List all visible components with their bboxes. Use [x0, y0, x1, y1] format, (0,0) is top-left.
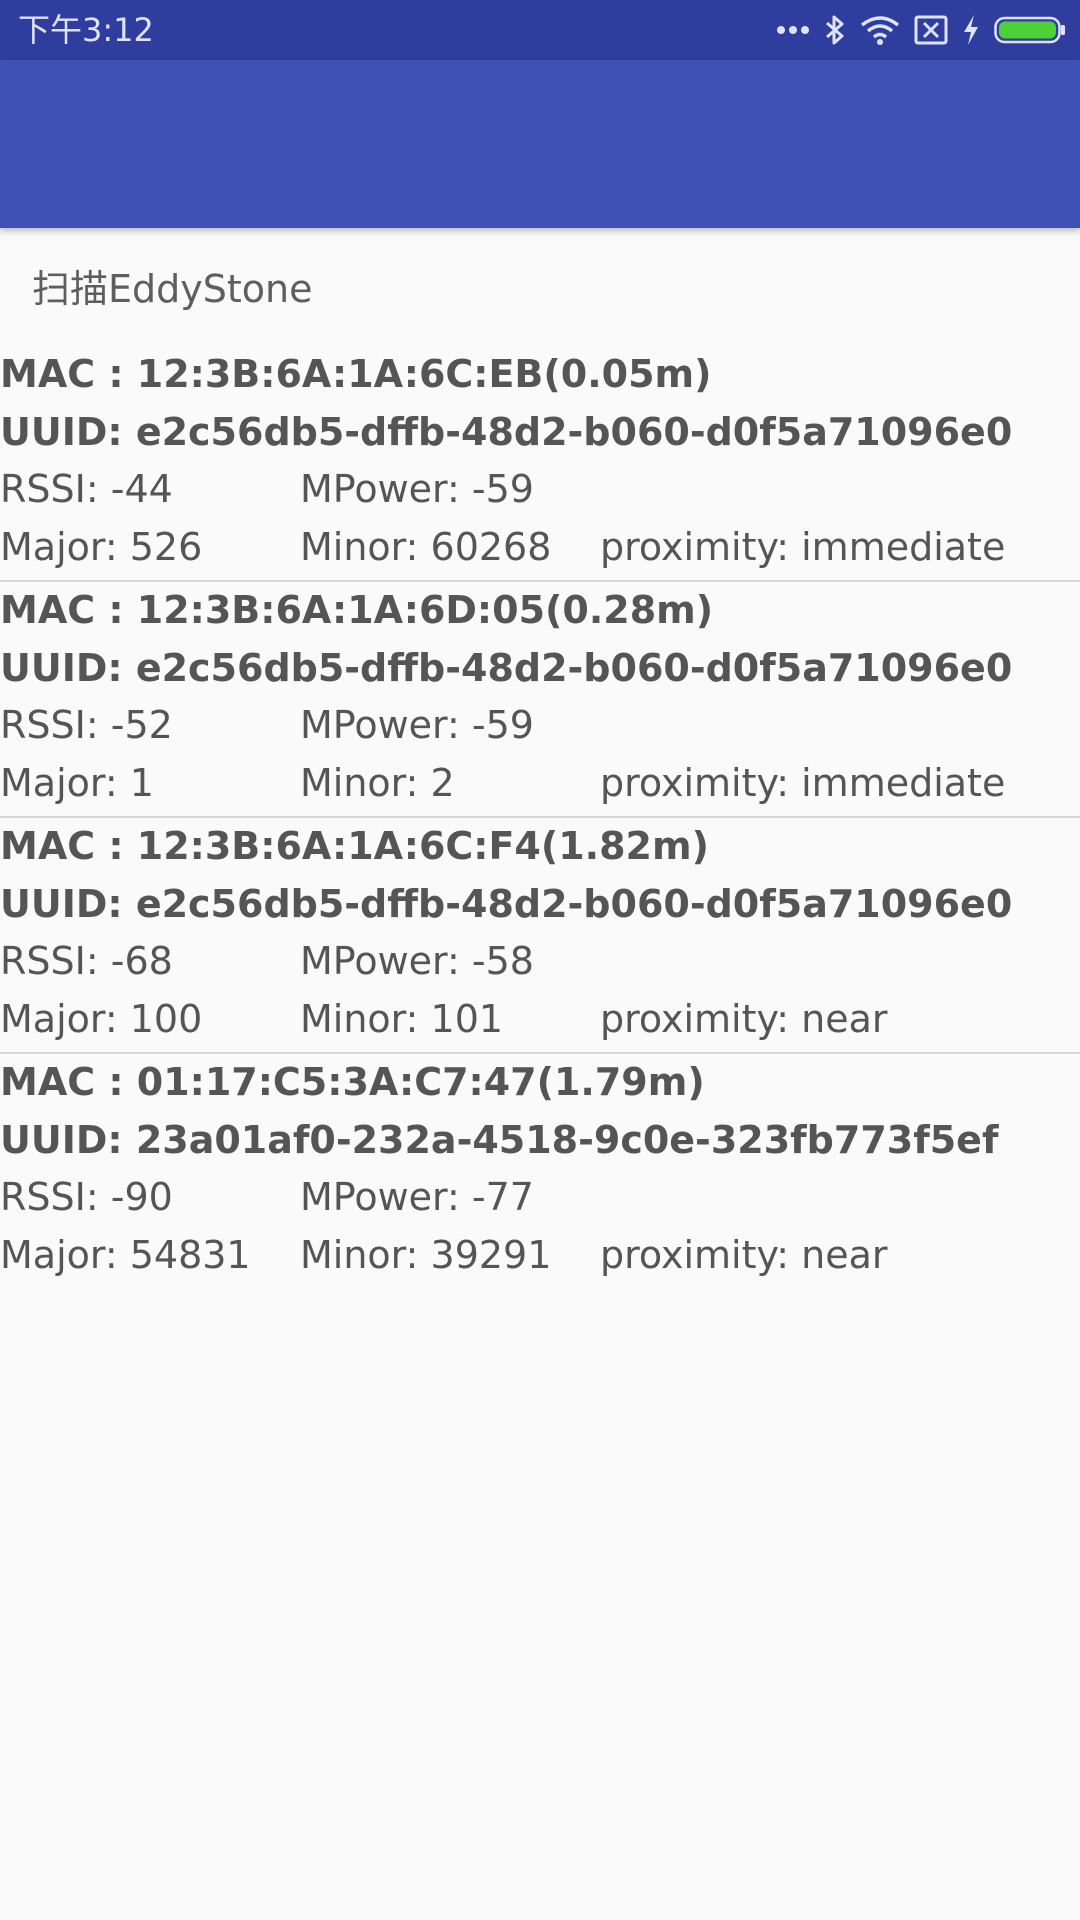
beacon-list-item[interactable]: MAC : 12:3B:6A:1A:6C:EB(0.05m) UUID: e2c…	[0, 346, 1080, 582]
beacon-rssi: RSSI: -44	[0, 467, 173, 511]
beacon-uuid: UUID: e2c56db5-dffb-48d2-b060-d0f5a71096…	[0, 881, 1013, 926]
beacon-uuid: UUID: e2c56db5-dffb-48d2-b060-d0f5a71096…	[0, 645, 1013, 690]
beacon-list: MAC : 12:3B:6A:1A:6C:EB(0.05m) UUID: e2c…	[0, 346, 1080, 1288]
beacon-proximity: proximity: immediate	[600, 760, 1006, 805]
more-dots-icon	[776, 25, 810, 35]
beacon-ids-row: Major: 1 Minor: 2 proximity: immediate	[0, 755, 1080, 813]
beacon-major: Major: 1	[0, 760, 154, 805]
beacon-ids-row: Major: 100 Minor: 101 proximity: near	[0, 991, 1080, 1049]
bluetooth-icon	[824, 14, 846, 46]
status-icons	[776, 12, 1066, 48]
app-toolbar	[0, 60, 1080, 228]
beacon-signal-row: RSSI: -44 MPower: -59	[0, 461, 1080, 519]
beacon-ids-row: Major: 526 Minor: 60268 proximity: immed…	[0, 519, 1080, 577]
beacon-minor: Minor: 60268	[300, 524, 552, 569]
beacon-mpower: MPower: -77	[300, 1175, 534, 1219]
beacon-mpower: MPower: -58	[300, 939, 534, 983]
beacon-major: Major: 54831	[0, 1232, 251, 1277]
beacon-minor: Minor: 101	[300, 996, 504, 1041]
beacon-major: Major: 100	[0, 996, 203, 1041]
beacon-uuid: UUID: e2c56db5-dffb-48d2-b060-d0f5a71096…	[0, 409, 1013, 454]
status-time: 下午3:12	[18, 11, 154, 49]
beacon-signal-row: RSSI: -90 MPower: -77	[0, 1169, 1080, 1227]
charging-icon	[962, 14, 980, 46]
beacon-rssi: RSSI: -68	[0, 939, 173, 983]
beacon-major: Major: 526	[0, 524, 203, 569]
no-sim-icon	[914, 15, 948, 45]
beacon-proximity: proximity: near	[600, 1232, 888, 1277]
beacon-list-item[interactable]: MAC : 01:17:C5:3A:C7:47(1.79m) UUID: 23a…	[0, 1054, 1080, 1288]
beacon-minor: Minor: 2	[300, 760, 455, 805]
beacon-rssi: RSSI: -52	[0, 703, 173, 747]
status-bar: 下午3:12	[0, 0, 1080, 60]
beacon-signal-row: RSSI: -52 MPower: -59	[0, 697, 1080, 755]
beacon-mac: MAC : 12:3B:6A:1A:6C:F4(1.82m)	[0, 824, 709, 868]
beacon-list-item[interactable]: MAC : 12:3B:6A:1A:6D:05(0.28m) UUID: e2c…	[0, 582, 1080, 818]
wifi-icon	[860, 15, 900, 45]
beacon-mac: MAC : 12:3B:6A:1A:6D:05(0.28m)	[0, 588, 714, 632]
beacon-proximity: proximity: near	[600, 996, 888, 1041]
beacon-mac: MAC : 12:3B:6A:1A:6C:EB(0.05m)	[0, 352, 712, 396]
battery-icon	[994, 15, 1066, 45]
beacon-mpower: MPower: -59	[300, 703, 534, 747]
beacon-rssi: RSSI: -90	[0, 1175, 173, 1219]
scan-eddystone-button[interactable]: 扫描EddyStone	[32, 262, 312, 316]
beacon-proximity: proximity: immediate	[600, 524, 1006, 569]
beacon-ids-row: Major: 54831 Minor: 39291 proximity: nea…	[0, 1227, 1080, 1285]
beacon-minor: Minor: 39291	[300, 1232, 552, 1277]
beacon-mac: MAC : 01:17:C5:3A:C7:47(1.79m)	[0, 1060, 705, 1104]
beacon-signal-row: RSSI: -68 MPower: -58	[0, 933, 1080, 991]
beacon-mpower: MPower: -59	[300, 467, 534, 511]
beacon-uuid: UUID: 23a01af0-232a-4518-9c0e-323fb773f5…	[0, 1117, 999, 1162]
beacon-list-item[interactable]: MAC : 12:3B:6A:1A:6C:F4(1.82m) UUID: e2c…	[0, 818, 1080, 1054]
